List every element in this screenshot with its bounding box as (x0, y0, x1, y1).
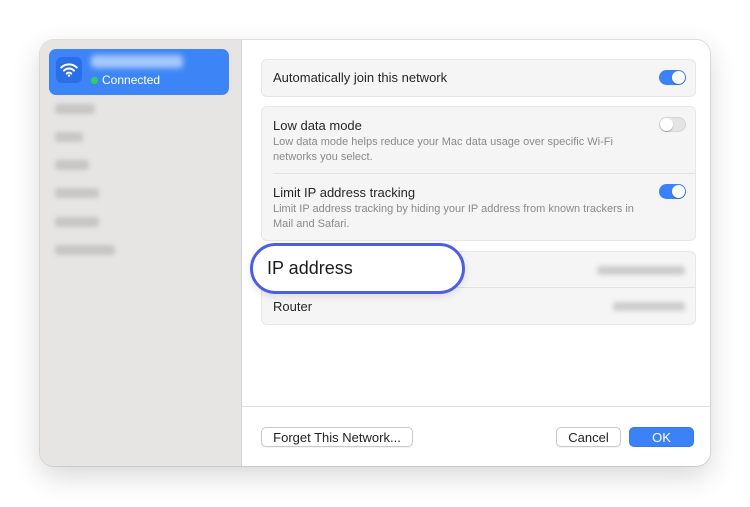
footer-divider (242, 406, 710, 407)
sidebar-item-redacted[interactable] (55, 217, 99, 227)
limit-ip-label: Limit IP address tracking (273, 185, 416, 200)
sidebar-item-redacted[interactable] (55, 104, 95, 114)
auto-join-toggle[interactable] (659, 70, 686, 85)
sidebar-item-redacted[interactable] (55, 160, 89, 170)
low-data-toggle[interactable] (659, 117, 686, 132)
sidebar-item-current-network[interactable]: Connected (49, 49, 229, 95)
ip-address-value-redacted (597, 266, 685, 275)
low-data-label: Low data mode (273, 118, 362, 133)
wifi-icon (56, 57, 82, 83)
limit-ip-toggle[interactable] (659, 184, 686, 199)
auto-join-label: Automatically join this network (273, 70, 448, 85)
router-value-redacted (613, 302, 685, 311)
wifi-settings-window: Connected Automatically join this networ… (40, 40, 710, 466)
connected-status-dot (91, 77, 98, 84)
forget-network-button[interactable]: Forget This Network... (261, 427, 413, 447)
content-pane: Automatically join this network Low data… (242, 40, 710, 466)
connection-status: Connected (102, 73, 161, 87)
sidebar-item-redacted[interactable] (55, 188, 99, 198)
router-label: Router (273, 299, 313, 314)
limit-ip-description: Limit IP address tracking by hiding your… (273, 203, 634, 230)
low-data-description: Low data mode helps reduce your Mac data… (273, 136, 613, 163)
cancel-button[interactable]: Cancel (556, 427, 621, 447)
ip-address-label: IP address (267, 258, 353, 278)
ok-button[interactable]: OK (629, 427, 694, 447)
privacy-options-card: Low data mode Low data mode helps reduce… (261, 106, 696, 241)
sidebar: Connected (40, 40, 242, 466)
auto-join-card: Automatically join this network (261, 59, 696, 97)
ip-address-highlight: IP address (250, 243, 465, 294)
sidebar-item-redacted[interactable] (55, 132, 83, 142)
network-name-redacted (91, 55, 183, 68)
sidebar-item-redacted[interactable] (55, 245, 115, 255)
divider (273, 173, 695, 174)
